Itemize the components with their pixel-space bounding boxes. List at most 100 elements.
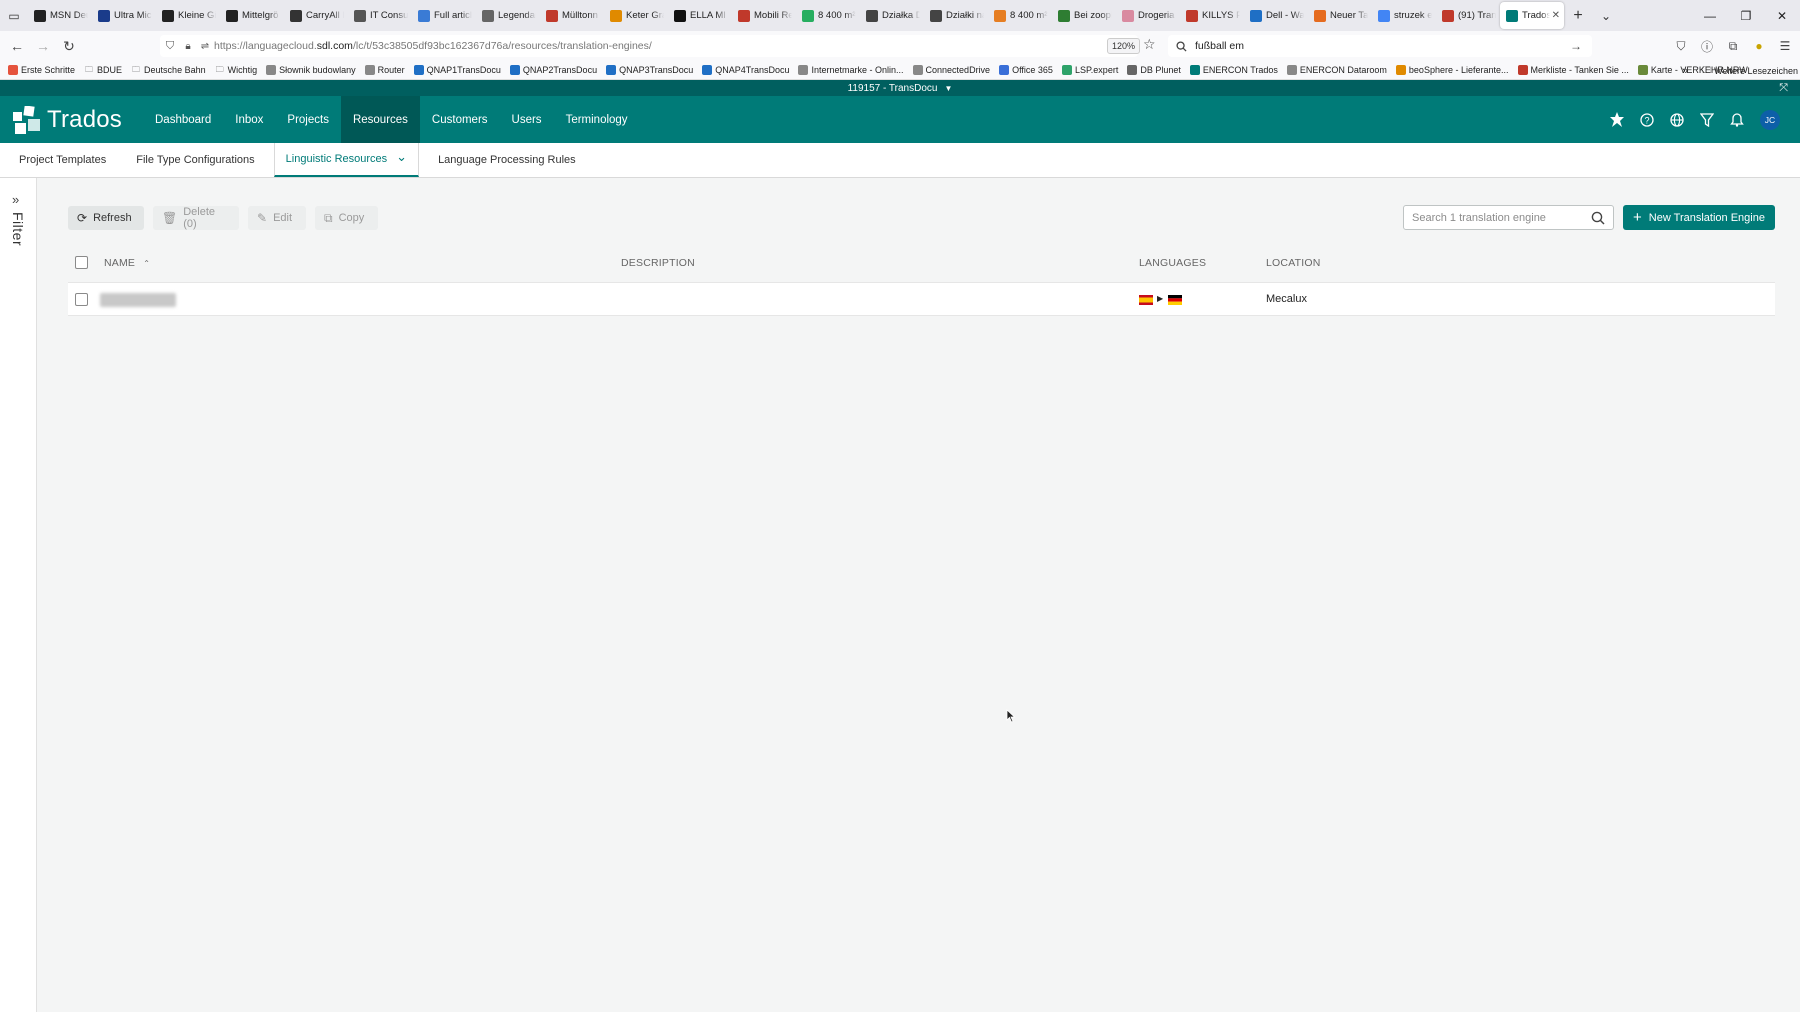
browser-tab[interactable]: Neuer Tab	[1308, 2, 1372, 29]
other-bookmarks-label[interactable]: Weitere Lesezeichen	[1714, 66, 1798, 76]
nav-item-terminology[interactable]: Terminology	[554, 96, 640, 143]
bookmark-item[interactable]: QNAP3TransDocu	[606, 65, 693, 75]
zoom-level-badge[interactable]: 120%	[1107, 38, 1141, 54]
nav-item-inbox[interactable]: Inbox	[223, 96, 275, 143]
url-bar[interactable]: ⛉ 🔒︎ ⇌ https://languagecloud.sdl.com/lc/…	[160, 35, 1138, 57]
browser-tab-active[interactable]: Trados ✕	[1500, 2, 1564, 29]
browser-tab[interactable]: CarryAll I	[284, 2, 348, 29]
browser-tab[interactable]: Mittelgrö	[220, 2, 284, 29]
browser-tab[interactable]: ELLA MI	[668, 2, 732, 29]
bookmark-item[interactable]: 🗀 Wichtig	[215, 65, 258, 75]
filter-sidebar[interactable]	[0, 178, 37, 1012]
browser-tab[interactable]: (91) Trans	[1436, 2, 1500, 29]
notifications-bell-icon[interactable]	[1722, 96, 1752, 143]
search-query-text[interactable]: fußball em	[1195, 40, 1570, 52]
bookmark-star-icon[interactable]: ☆	[1143, 36, 1156, 53]
menu-icon[interactable]: ☰	[1772, 31, 1798, 61]
nav-item-users[interactable]: Users	[500, 96, 554, 143]
browser-tab[interactable]: struzek e	[1372, 2, 1436, 29]
browser-tab[interactable]: Mülltonn	[540, 2, 604, 29]
bookmark-item[interactable]: ENERCON Trados	[1189, 65, 1278, 75]
nav-item-resources[interactable]: Resources	[340, 96, 420, 143]
bookmark-item[interactable]: Office 365	[999, 65, 1053, 75]
globe-icon[interactable]	[1662, 96, 1692, 143]
trados-logo[interactable]: Trados	[13, 105, 143, 134]
browser-tab[interactable]: Kleine Gi	[156, 2, 220, 29]
lock-icon[interactable]: 🔒︎	[180, 41, 196, 52]
chevron-down-icon[interactable]: ⌄	[396, 149, 407, 165]
chevron-double-right-icon[interactable]: »	[1682, 65, 1688, 77]
nav-item-customers[interactable]: Customers	[420, 96, 500, 143]
browser-tab[interactable]: Działki na	[924, 2, 988, 29]
new-translation-engine-button[interactable]: + New Translation Engine	[1623, 205, 1775, 230]
column-location[interactable]: LOCATION	[1266, 257, 1321, 269]
copy-button[interactable]: ⧉ Copy	[315, 206, 378, 230]
tenant-switcher[interactable]: 119157 - TransDocu ▼	[0, 80, 1800, 96]
search-input[interactable]	[1412, 211, 1591, 224]
back-icon[interactable]: ←	[4, 31, 30, 61]
pocket-icon[interactable]: ⛉	[1668, 31, 1694, 61]
delete-button[interactable]: 🗑︎ Delete (0)	[153, 206, 239, 230]
browser-tab[interactable]: Działka D	[860, 2, 924, 29]
browser-tab[interactable]: KILLYS PA	[1180, 2, 1244, 29]
bookmark-item[interactable]: Erste Schritte	[8, 65, 75, 75]
browser-tab[interactable]: 8 400 m²	[988, 2, 1052, 29]
bookmark-item[interactable]: QNAP1TransDocu	[413, 65, 501, 75]
subnav-tab-language-processing-rules[interactable]: Language Processing Rules	[427, 143, 587, 177]
bookmark-item[interactable]: Internetmarke - Onlin...	[798, 65, 904, 75]
browser-tab[interactable]: Dell - Wa	[1244, 2, 1308, 29]
tab-overview-icon[interactable]: ▭	[0, 0, 28, 31]
close-window-icon[interactable]: ✕	[1764, 0, 1800, 31]
filter-label[interactable]: Filter	[10, 212, 26, 246]
bookmark-item[interactable]: Router	[364, 65, 405, 75]
browser-tab[interactable]: Bei zoopl	[1052, 2, 1116, 29]
restore-icon[interactable]: ❐	[1728, 0, 1764, 31]
help-icon[interactable]: ?	[1632, 96, 1662, 143]
subnav-tab-file-type-configurations[interactable]: File Type Configurations	[125, 143, 265, 177]
filter-icon[interactable]	[1692, 96, 1722, 143]
bookmarks-overflow[interactable]: » 🗀 Weitere Lesezeichen	[1682, 61, 1798, 80]
subnav-tab-project-templates[interactable]: Project Templates	[8, 143, 117, 177]
forward-icon[interactable]: →	[30, 31, 56, 61]
translation-engine-search[interactable]	[1403, 205, 1614, 230]
extensions-icon[interactable]: ⧉	[1720, 31, 1746, 61]
bookmark-item[interactable]: Merkliste - Tanken Sie ...	[1517, 65, 1629, 75]
close-tab-icon[interactable]: ✕	[1552, 10, 1560, 21]
column-languages[interactable]: LANGUAGES	[1139, 257, 1206, 269]
bookmark-item[interactable]: beoSphere - Lieferante...	[1395, 65, 1509, 75]
bookmark-item[interactable]: QNAP4TransDocu	[702, 65, 789, 75]
bookmark-item[interactable]: ENERCON Dataroom	[1286, 65, 1387, 75]
nav-item-dashboard[interactable]: Dashboard	[143, 96, 223, 143]
bookmark-item[interactable]: DB Plunet	[1127, 65, 1181, 75]
select-all-checkbox[interactable]	[75, 256, 88, 269]
search-icon[interactable]	[1591, 211, 1605, 225]
minimize-icon[interactable]: —	[1692, 0, 1728, 31]
extension-icon[interactable]: ●	[1746, 31, 1772, 61]
new-tab-button[interactable]: +	[1564, 0, 1592, 31]
browser-tab[interactable]: Full articl	[412, 2, 476, 29]
column-name[interactable]: NAME ⌃	[104, 257, 150, 269]
expand-filter-icon[interactable]: »	[12, 192, 19, 207]
browser-tab[interactable]: 8 400 m²	[796, 2, 860, 29]
browser-tab[interactable]: MSN Deu	[28, 2, 92, 29]
browser-tab[interactable]: Legendar	[476, 2, 540, 29]
browser-search-bar[interactable]: fußball em →	[1168, 35, 1592, 57]
bookmark-item[interactable]: 🗀 Deutsche Bahn	[131, 65, 206, 75]
bookmark-item[interactable]: 🗀 BDUE	[84, 65, 122, 75]
table-row[interactable]: ▶ Mecalux	[68, 282, 1775, 316]
collapse-header-icon[interactable]: ⤧	[1779, 80, 1788, 96]
tenant-label[interactable]: 119157 - TransDocu	[848, 83, 938, 94]
bookmark-item[interactable]: QNAP2TransDocu	[509, 65, 597, 75]
refresh-button[interactable]: ⟳ Refresh	[68, 206, 144, 230]
browser-tab[interactable]: Mobili Re	[732, 2, 796, 29]
nav-item-projects[interactable]: Projects	[275, 96, 341, 143]
edit-button[interactable]: ✎ Edit	[248, 206, 306, 230]
url-text[interactable]: https://languagecloud.sdl.com/lc/t/53c38…	[214, 40, 652, 52]
bookmark-item[interactable]: LSP.expert	[1061, 65, 1118, 75]
reload-icon[interactable]: ↻	[56, 31, 82, 61]
shield-icon[interactable]: ⛉	[160, 40, 180, 53]
browser-tab[interactable]: IT Consul	[348, 2, 412, 29]
search-go-icon[interactable]: →	[1570, 39, 1592, 53]
caret-down-icon[interactable]: ▼	[944, 84, 952, 93]
list-tabs-icon[interactable]: ⌄	[1592, 0, 1620, 31]
